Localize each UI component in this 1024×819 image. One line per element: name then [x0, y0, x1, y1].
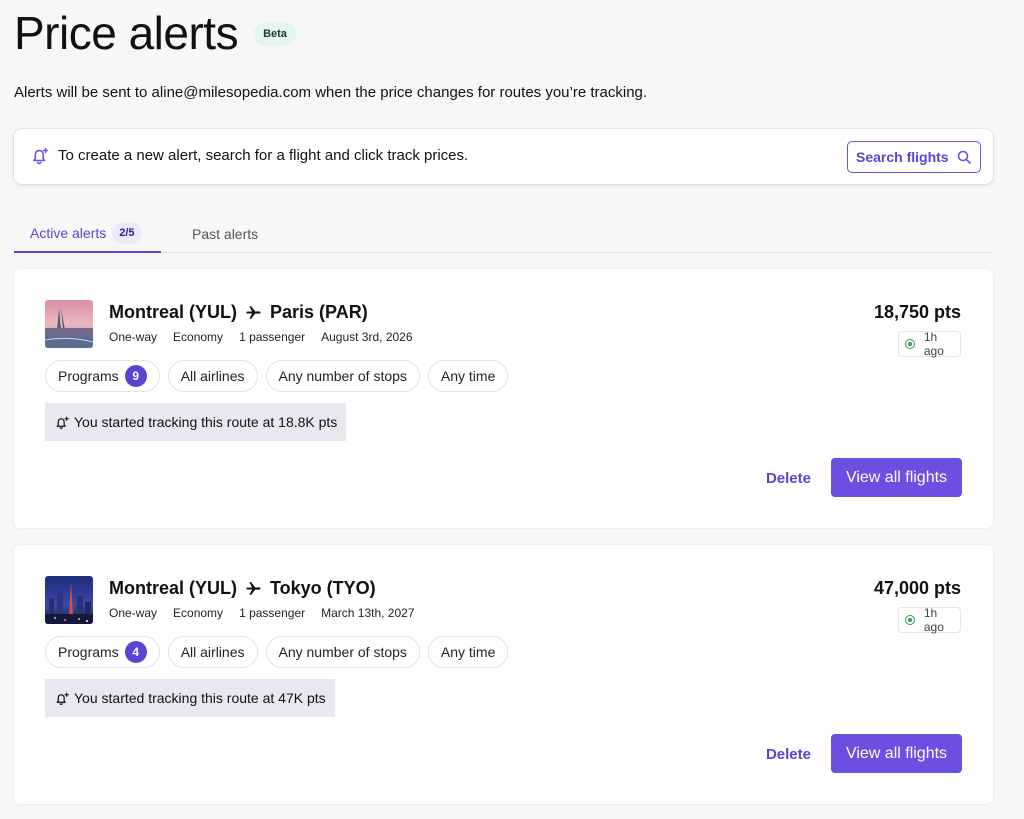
destination-thumbnail-tokyo	[45, 576, 93, 624]
alert-card: Montreal (YUL) Tokyo (TYO) One-way Econo…	[14, 545, 993, 804]
status-dot-icon	[905, 339, 915, 349]
create-alert-info-box: To create a new alert, search for a flig…	[14, 129, 993, 184]
search-flights-label: Search flights	[856, 149, 949, 165]
programs-count-badge: 4	[124, 641, 147, 663]
programs-chip[interactable]: Programs 9	[45, 360, 160, 392]
bell-plus-icon	[56, 416, 69, 429]
alert-card: Montreal (YUL) Paris (PAR) One-way Econo…	[14, 269, 993, 528]
tab-past-alerts-label: Past alerts	[192, 225, 259, 242]
destination: Tokyo (TYO)	[270, 578, 376, 598]
view-all-flights-button[interactable]: View all flights	[831, 458, 962, 497]
destination-thumbnail-paris	[45, 300, 93, 348]
last-updated-badge: 1h ago	[898, 606, 961, 634]
tab-past-alerts[interactable]: Past alerts	[192, 214, 258, 253]
programs-count-badge: 9	[124, 365, 147, 387]
travel-date: August 3rd, 2026	[321, 330, 413, 344]
origin: Montreal (YUL)	[109, 302, 237, 322]
airplane-icon	[246, 306, 261, 319]
last-updated-badge: 1h ago	[898, 330, 961, 358]
passenger-count: 1 passenger	[239, 330, 306, 344]
route-title: Montreal (YUL) Paris (PAR)	[109, 302, 368, 323]
programs-label: Programs	[58, 644, 119, 660]
delete-alert-button[interactable]: Delete	[766, 744, 811, 764]
tracking-text: You started tracking this route at 47K p…	[74, 690, 326, 706]
create-alert-text: To create a new alert, search for a flig…	[58, 147, 469, 164]
status-dot-icon	[905, 615, 915, 625]
filter-chips: Programs 9 All airlines Any number of st…	[45, 360, 509, 392]
title-row: Price alerts Beta	[14, 6, 296, 60]
last-updated-text: 1h ago	[923, 606, 944, 634]
airplane-icon	[246, 582, 261, 595]
tracking-note: You started tracking this route at 18.8K…	[45, 403, 347, 441]
search-flights-button[interactable]: Search flights	[847, 141, 981, 173]
programs-chip[interactable]: Programs 4	[45, 636, 160, 668]
tracking-note: You started tracking this route at 47K p…	[45, 679, 335, 717]
active-alerts-count-badge: 2/5	[112, 221, 142, 244]
tracking-text: You started tracking this route at 18.8K…	[74, 414, 338, 430]
origin: Montreal (YUL)	[109, 578, 237, 598]
cabin-class: Economy	[173, 330, 224, 344]
cabin-class: Economy	[173, 606, 224, 620]
time-chip[interactable]: Any time	[427, 360, 509, 392]
last-updated-text: 1h ago	[923, 330, 944, 358]
trip-type: One-way	[109, 606, 158, 620]
trip-details: One-way Economy 1 passenger March 13th, …	[109, 606, 415, 620]
beta-badge: Beta	[254, 22, 296, 46]
price-alerts-page: Price alerts Beta Alerts will be sent to…	[0, 0, 1024, 819]
view-all-flights-button[interactable]: View all flights	[831, 734, 962, 773]
passenger-count: 1 passenger	[239, 606, 306, 620]
destination: Paris (PAR)	[270, 302, 368, 322]
filter-chips: Programs 4 All airlines Any number of st…	[45, 636, 509, 668]
tab-active-alerts[interactable]: Active alerts 2/5	[14, 214, 161, 253]
trip-type: One-way	[109, 330, 158, 344]
trip-details: One-way Economy 1 passenger August 3rd, …	[109, 330, 413, 344]
airlines-chip[interactable]: All airlines	[167, 360, 258, 392]
travel-date: March 13th, 2027	[321, 606, 415, 620]
stops-chip[interactable]: Any number of stops	[265, 360, 420, 392]
search-icon	[957, 150, 971, 164]
page-subtitle: Alerts will be sent to aline@milesopedia…	[14, 84, 648, 101]
route-title: Montreal (YUL) Tokyo (TYO)	[109, 578, 376, 599]
bell-plus-icon	[33, 147, 49, 165]
bell-plus-icon	[56, 692, 69, 705]
page-title: Price alerts	[14, 7, 239, 59]
price-points: 18,750 pts	[873, 302, 961, 322]
alert-tabs: Active alerts 2/5 Past alerts	[14, 214, 993, 253]
stops-chip[interactable]: Any number of stops	[265, 636, 420, 668]
tab-active-alerts-label: Active alerts	[30, 224, 107, 241]
time-chip[interactable]: Any time	[427, 636, 509, 668]
price-points: 47,000 pts	[873, 578, 961, 598]
programs-label: Programs	[58, 368, 119, 384]
delete-alert-button[interactable]: Delete	[766, 468, 811, 488]
airlines-chip[interactable]: All airlines	[167, 636, 258, 668]
